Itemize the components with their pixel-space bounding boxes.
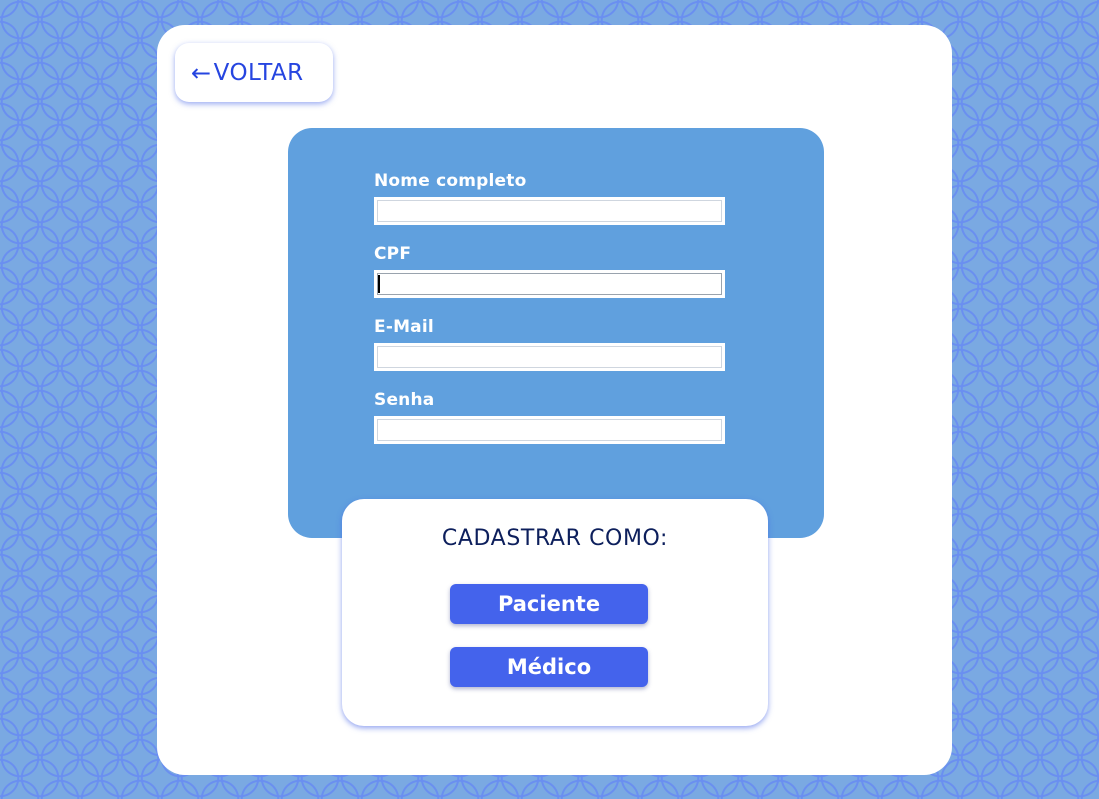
email-label: E-Mail <box>374 317 434 337</box>
password-label: Senha <box>374 390 435 410</box>
cpf-input[interactable] <box>374 270 725 298</box>
email-input[interactable] <box>374 343 725 371</box>
cpf-label: CPF <box>374 244 412 264</box>
password-input[interactable] <box>374 416 725 444</box>
form-panel <box>288 128 824 538</box>
arrow-left-icon: ← <box>191 58 212 87</box>
doctor-button[interactable]: Médico <box>450 647 648 687</box>
full-name-input[interactable] <box>374 197 725 225</box>
text-cursor <box>378 275 380 293</box>
back-button-label: VOLTAR <box>213 59 304 86</box>
full-name-label: Nome completo <box>374 171 527 191</box>
back-button[interactable]: ← VOLTAR <box>175 43 333 102</box>
register-as-title: CADASTRAR COMO: <box>441 526 669 551</box>
patient-button[interactable]: Paciente <box>450 584 648 624</box>
